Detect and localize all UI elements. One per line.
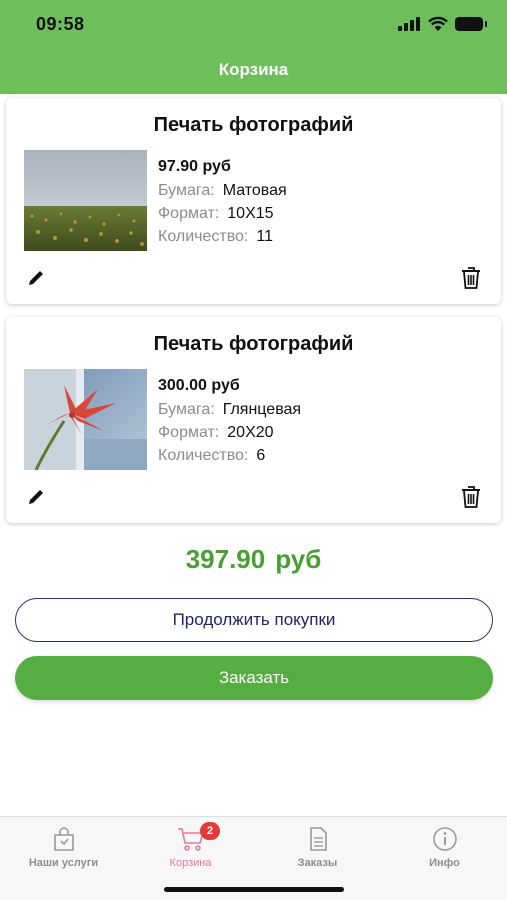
status-bar: 09:58 xyxy=(0,0,507,48)
quantity-value: 11 xyxy=(256,228,273,245)
tab-services[interactable]: Наши услуги xyxy=(0,825,127,873)
quantity-value: 6 xyxy=(256,447,266,464)
cart-item-details: 97.90 руб Бумага: Матовая Формат: 10X15 Ко… xyxy=(158,158,287,251)
cart-item-details: 300.00 руб Бумага: Глянцевая Формат: 20X20… xyxy=(158,377,301,470)
home-indicator[interactable] xyxy=(164,887,344,892)
battery-icon xyxy=(455,17,487,31)
cart-count-badge: 2 xyxy=(200,822,220,840)
paper-label: Бумага: xyxy=(158,182,215,199)
continue-shopping-button[interactable]: Продолжить покупки xyxy=(15,598,493,642)
paper-value: Матовая xyxy=(222,182,287,199)
format-value: 20X20 xyxy=(227,424,274,441)
quantity-row: Количество: 6 xyxy=(158,447,301,465)
pencil-icon[interactable] xyxy=(26,268,46,288)
pencil-icon[interactable] xyxy=(26,487,46,507)
bag-icon xyxy=(53,827,74,851)
order-button[interactable]: Заказать xyxy=(15,656,493,700)
tab-label: Наши услуги xyxy=(28,857,99,869)
cart-item-title: Печать фотографий xyxy=(153,114,354,136)
tab-label: Корзина xyxy=(169,857,212,869)
quantity-label: Количество: xyxy=(158,447,249,464)
tab-label: Инфо xyxy=(429,857,460,869)
paper-row: Бумага: Матовая xyxy=(158,182,287,200)
total-amount: 397.90 xyxy=(185,544,266,574)
paper-label: Бумага: xyxy=(158,401,215,418)
format-row: Формат: 20X20 xyxy=(158,424,301,442)
format-row: Формат: 10X15 xyxy=(158,205,287,223)
cart-item: Печать фотографий 97.90 руб Бумага: Мато… xyxy=(6,98,501,304)
tab-cart[interactable]: 2 Корзина xyxy=(127,822,254,873)
tab-label: Заказы xyxy=(297,857,338,869)
quantity-row: Количество: 11 xyxy=(158,228,287,246)
item-price: 300.00 руб xyxy=(158,377,240,394)
status-time: 09:58 xyxy=(36,14,85,34)
format-label: Формат: xyxy=(158,424,220,441)
cellular-signal-icon xyxy=(398,17,420,31)
cart-item: Печать фотографий 300.00 руб Бумага: Гля… xyxy=(6,317,501,523)
sunflower-field-photo[interactable] xyxy=(24,150,147,251)
tab-orders[interactable]: Заказы xyxy=(254,825,381,873)
format-label: Формат: xyxy=(158,205,220,222)
page-title: Корзина xyxy=(218,60,289,79)
paper-value: Глянцевая xyxy=(222,401,302,418)
trash-icon[interactable] xyxy=(460,485,482,509)
wifi-icon xyxy=(428,16,448,31)
info-icon xyxy=(432,827,457,851)
trash-icon[interactable] xyxy=(460,266,482,290)
item-price: 97.90 руб xyxy=(158,158,231,175)
cart-total: 397.90 руб xyxy=(0,544,507,575)
tab-info[interactable]: Инфо xyxy=(381,825,507,873)
header-bar: 09:58 Корзина xyxy=(0,0,507,94)
format-value: 10X15 xyxy=(227,205,274,222)
red-flower-photo[interactable] xyxy=(24,369,147,470)
quantity-label: Количество: xyxy=(158,228,249,245)
cart-item-title: Печать фотографий xyxy=(153,333,354,355)
paper-row: Бумага: Глянцевая xyxy=(158,401,301,419)
document-icon xyxy=(309,827,327,851)
total-currency: руб xyxy=(275,544,322,574)
